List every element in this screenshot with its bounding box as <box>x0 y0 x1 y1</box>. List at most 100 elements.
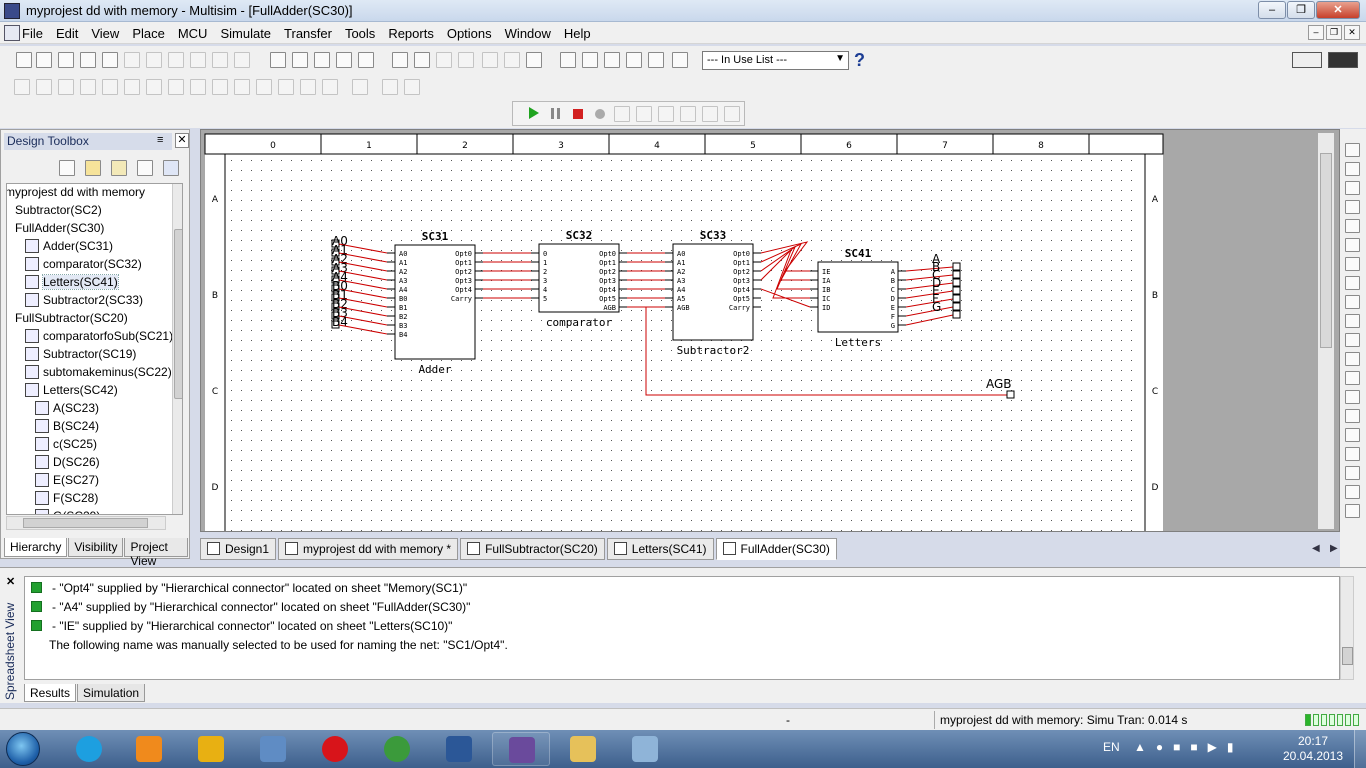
simulation-step-icon[interactable] <box>614 106 630 122</box>
hierarchical-connector[interactable] <box>952 262 961 271</box>
tree-item[interactable]: Subtractor(SC19) <box>25 346 136 364</box>
tree-item[interactable]: FullAdder(SC30) <box>15 220 104 238</box>
toolbar-icon[interactable] <box>102 52 118 68</box>
instrument-icon[interactable] <box>1345 447 1360 461</box>
language-indicator[interactable]: EN <box>1103 740 1120 754</box>
component-icon[interactable] <box>300 79 316 95</box>
scroll-thumb[interactable] <box>1320 153 1332 348</box>
component-icon[interactable] <box>382 79 398 95</box>
instrument-icon[interactable] <box>1345 314 1360 328</box>
hierarchical-connector[interactable] <box>952 310 961 319</box>
component-icon[interactable] <box>58 79 74 95</box>
tree-item[interactable]: E(SC27) <box>35 472 99 490</box>
tree-item[interactable]: subtomakeminus(SC22) <box>25 364 172 382</box>
tab-hierarchy[interactable]: Hierarchy <box>4 538 68 557</box>
taskbar-chrome-button[interactable] <box>368 732 426 766</box>
component-icon[interactable] <box>322 79 338 95</box>
taskbar-tool-button[interactable] <box>182 732 240 766</box>
component-icon[interactable] <box>190 79 206 95</box>
instrument-icon[interactable] <box>1345 466 1360 480</box>
multisim-app-icon[interactable] <box>4 3 20 19</box>
help-icon[interactable]: ? <box>854 50 865 71</box>
toolbar-icon[interactable] <box>190 52 206 68</box>
sheet-tab[interactable]: myprojest dd with memory * <box>278 538 459 560</box>
toolbar-icon[interactable] <box>414 52 430 68</box>
tab-prev-icon[interactable]: ◀ <box>1312 543 1324 556</box>
toolbar-icon[interactable] <box>436 52 452 68</box>
tree-item[interactable]: myprojest dd with memory <box>7 184 145 202</box>
tree-item[interactable]: Subtractor2(SC33) <box>25 292 143 310</box>
restore-button[interactable]: ❐ <box>1287 1 1315 19</box>
component-icon[interactable] <box>352 79 368 95</box>
minimize-button[interactable]: – <box>1258 1 1286 19</box>
taskbar-paint-button[interactable] <box>616 732 674 766</box>
component-icon[interactable] <box>146 79 162 95</box>
new-sheet-icon[interactable] <box>59 160 75 176</box>
start-button[interactable] <box>6 732 40 766</box>
schematic-workspace[interactable]: 0 1 2 3 4 5 6 7 8 A A B B C C D D SC31 Adder A0 A1 A2 A3 A4 B0 B1… <box>200 129 1340 532</box>
tree-item[interactable]: Letters(SC41) <box>25 274 119 292</box>
toolbar-icon[interactable] <box>504 52 520 68</box>
run-icon[interactable] <box>529 107 539 119</box>
instrument-icon[interactable] <box>1345 504 1360 518</box>
log-line[interactable]: - "Opt4" supplied by "Hierarchical conne… <box>31 581 467 595</box>
component-icon[interactable] <box>234 79 250 95</box>
schematic-canvas[interactable]: 0 1 2 3 4 5 6 7 8A AB BC CD DSC31AdderA0A1A2A3A4B0B1… <box>201 130 1339 531</box>
instrument-toolbar-icon[interactable] <box>1292 52 1322 68</box>
log-scrollbar[interactable] <box>1340 576 1354 680</box>
workspace-vertical-scrollbar[interactable] <box>1318 133 1334 529</box>
scroll-thumb[interactable] <box>23 518 148 528</box>
simulation-step-icon[interactable] <box>636 106 652 122</box>
component-icon[interactable] <box>80 79 96 95</box>
mdi-close-button[interactable]: ✕ <box>1344 25 1360 40</box>
toolbar-icon[interactable] <box>270 52 286 68</box>
tray-icons[interactable]: ▲●■■▶▮ <box>1134 740 1243 754</box>
tree-item[interactable]: comparator(SC32) <box>25 256 142 274</box>
instrument-icon[interactable] <box>1345 162 1360 176</box>
instrument-icon[interactable] <box>1345 295 1360 309</box>
tree-item[interactable]: D(SC26) <box>35 454 100 472</box>
taskbar-media-button[interactable] <box>120 732 178 766</box>
instrument-icon[interactable] <box>1345 390 1360 404</box>
hierarchical-connector[interactable] <box>952 286 961 295</box>
component-icon[interactable] <box>124 79 140 95</box>
toolbar-icon[interactable] <box>124 52 140 68</box>
instrument-icon[interactable] <box>1345 238 1360 252</box>
menu-edit[interactable]: Edit <box>56 26 78 41</box>
stop-icon[interactable] <box>573 109 583 119</box>
tree-vertical-scrollbar[interactable] <box>172 184 182 514</box>
document-icon[interactable] <box>4 25 20 41</box>
scroll-thumb[interactable] <box>1342 647 1353 665</box>
results-log[interactable]: - "Opt4" supplied by "Hierarchical conne… <box>24 576 1340 680</box>
tree-item[interactable]: G(SC29) <box>35 508 100 514</box>
tree-item[interactable]: Adder(SC31) <box>25 238 113 256</box>
taskbar-skype-button[interactable] <box>60 732 118 766</box>
toolbar-icon[interactable] <box>482 52 498 68</box>
taskbar-opera-button[interactable] <box>306 732 364 766</box>
tree-item[interactable]: FullSubtractor(SC20) <box>15 310 128 328</box>
toolbar-icon[interactable] <box>626 52 642 68</box>
component-icon[interactable] <box>14 79 30 95</box>
instrument-icon[interactable] <box>1345 200 1360 214</box>
sheet-tab[interactable]: Design1 <box>200 538 277 560</box>
tab-simulation[interactable]: Simulation <box>77 684 146 702</box>
instrument-icon[interactable] <box>1345 181 1360 195</box>
menu-tools[interactable]: Tools <box>345 26 375 41</box>
toolbar-icon[interactable] <box>36 52 52 68</box>
clock[interactable]: 20:17 20.04.2013 <box>1282 734 1344 764</box>
tree-item[interactable]: A(SC23) <box>35 400 99 418</box>
hierarchical-connector[interactable] <box>952 278 961 287</box>
taskbar-multisim-button[interactable] <box>492 732 550 766</box>
instrument-icon[interactable] <box>1345 257 1360 271</box>
instrument-icon[interactable] <box>1345 485 1360 499</box>
hierarchy-tree[interactable]: myprojest dd with memory Subtractor(SC2) F… <box>6 183 183 515</box>
component-icon[interactable] <box>168 79 184 95</box>
taskbar-explorer-button[interactable] <box>554 732 612 766</box>
component-icon[interactable] <box>256 79 272 95</box>
tree-item[interactable]: comparatorfoSub(SC21) <box>25 328 173 346</box>
toolbar-icon[interactable] <box>604 52 620 68</box>
save-sheet-icon[interactable] <box>111 160 127 176</box>
toolbar-icon[interactable] <box>168 52 184 68</box>
toolbar-icon[interactable] <box>582 52 598 68</box>
simulation-step-icon[interactable] <box>658 106 674 122</box>
